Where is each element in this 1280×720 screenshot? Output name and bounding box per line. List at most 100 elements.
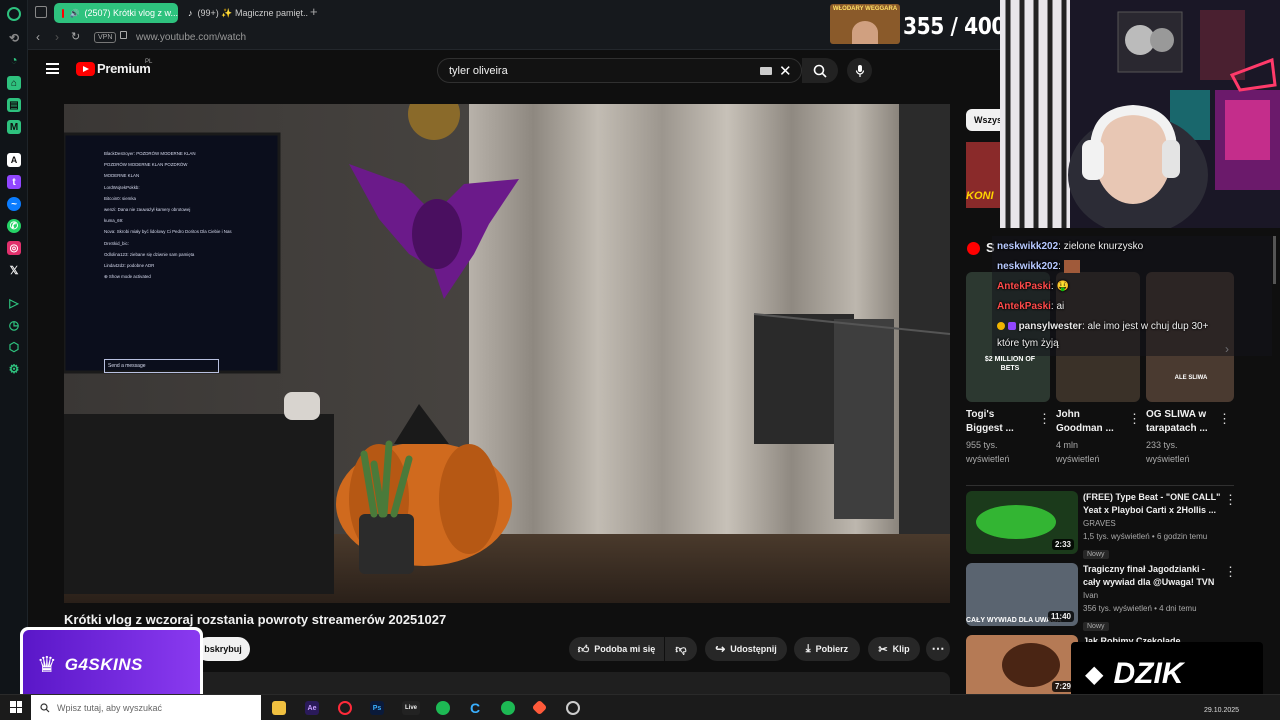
file-explorer-icon[interactable] (272, 701, 286, 715)
aria-ai-icon[interactable]: A (7, 153, 21, 167)
video-info[interactable]: Tragiczny finał Jagodzianki - cały wywia… (1083, 563, 1223, 633)
extensions-icon[interactable]: ⬡ (7, 340, 21, 354)
short-menu-icon[interactable]: ⋮ (1128, 411, 1141, 427)
video-menu-icon[interactable]: ⋮ (1224, 492, 1237, 508)
filter-chip-all[interactable]: Wszys (966, 109, 1002, 131)
menu-icon[interactable] (46, 63, 59, 74)
refresh-app-icon[interactable]: C (468, 700, 482, 716)
tv-chat-line: Odlolina123: ziebane się dziwnie sam pam… (104, 251, 195, 257)
counter-badge-text: WŁODARY WEGGARA (832, 6, 898, 12)
video-thumbnail[interactable]: 2:33 (966, 491, 1078, 554)
webcam-overlay (1000, 0, 1280, 228)
notes-icon[interactable]: ▤ (7, 98, 21, 112)
short-info[interactable]: Togi's Biggest ... 955 tys. wyświetleń (966, 408, 1040, 466)
refresh-icon[interactable]: ⟲ (7, 31, 21, 45)
mail-icon[interactable]: M (7, 120, 21, 134)
video-thumbnail[interactable]: 7:29 (966, 635, 1078, 694)
lock-icon[interactable] (120, 31, 127, 39)
instagram-icon[interactable]: ◎ (7, 241, 21, 255)
taskbar-search-input[interactable]: Wpisz tutaj, aby wyszukać (31, 695, 261, 720)
settings-icon[interactable]: ⚙ (7, 362, 21, 376)
dislike-button[interactable]: 👎︎ (665, 637, 697, 661)
chat-messages: neskwikk202: zielone knurzysko neskwikk2… (997, 237, 1208, 351)
messenger-icon[interactable]: ~ (7, 197, 21, 211)
app-icon[interactable] (531, 699, 548, 716)
opera-taskbar-icon[interactable] (338, 701, 352, 715)
youtube-header: Premium PL tyler oliveira ✕ (28, 50, 1000, 90)
video-player[interactable]: BlackDestroyer: POZDRÓW MODERNE KLAN POZ… (64, 104, 950, 603)
sponsor-g4skins-inner: ♛ G4SKINS (23, 630, 200, 700)
video-info[interactable]: (FREE) Type Beat - "ONE CALL" | Yeat x P… (1083, 491, 1223, 561)
reload-icon[interactable]: ↻ (71, 30, 80, 43)
video-thumbnail[interactable]: CAŁY WYWIAD DLA UWAGA 11:40 (966, 563, 1078, 626)
duration-badge: 11:40 (1047, 611, 1074, 622)
spotify-icon[interactable] (436, 701, 450, 715)
back-icon[interactable]: ‹ (36, 30, 40, 44)
tv-chat-line: DreSkid_bic: (104, 240, 129, 246)
short-menu-icon[interactable]: ⋮ (1038, 411, 1051, 427)
new-tab-icon[interactable]: + (310, 4, 318, 19)
speaker-icon: 🔊 (69, 8, 80, 18)
chat-message: pansylwester: ale imo jest w chuj dup 30… (997, 317, 1208, 337)
obs-icon[interactable] (566, 701, 580, 715)
tab-active[interactable]: 🔊 (2507) Krótki vlog z w... (54, 3, 178, 23)
search-value: tyler oliveira (449, 64, 508, 77)
tab-overview-icon[interactable] (35, 6, 47, 18)
like-button[interactable]: 👍︎ Podoba mi się (569, 637, 664, 661)
player-icon[interactable]: ▷ (7, 296, 21, 310)
vpn-badge[interactable]: VPN (94, 32, 117, 43)
x-twitter-icon[interactable]: 𝕏 (7, 263, 21, 277)
short-menu-icon[interactable]: ⋮ (1218, 411, 1231, 427)
clear-search-icon[interactable]: ✕ (779, 62, 792, 80)
youtube-logo-icon[interactable] (76, 62, 95, 76)
video-menu-icon[interactable]: ⋮ (1224, 564, 1237, 580)
sponsor-g4skins: ♛ G4SKINS (20, 627, 203, 703)
windows-start-icon[interactable] (10, 701, 22, 713)
search-button[interactable] (802, 58, 838, 83)
twitch-icon[interactable]: t (7, 175, 21, 189)
youtube-logo-text[interactable]: Premium (97, 61, 151, 76)
video-meta: 1,5 tys. wyświetleń • 6 godzin temu (1083, 532, 1208, 541)
ad-thumbnail-text: KONI (966, 190, 994, 202)
tab-inactive[interactable]: ♪ (99+) ✨ Magiczne pamięt... (180, 3, 308, 23)
subscribe-label: bskrybuj (204, 644, 242, 654)
tv-chat-line: BlackDestroyer: POZDRÓW MODERNE KLAN (104, 151, 196, 156)
after-effects-icon[interactable]: Ae (305, 701, 319, 715)
speed-dial-icon[interactable]: ◔ (7, 53, 21, 67)
badge-icon (997, 322, 1005, 331)
whatsapp-icon[interactable]: ✆ (7, 219, 21, 233)
short-thumb-text: ALE SLIWA (1174, 375, 1208, 381)
chat-scrollbar[interactable] (1273, 236, 1276, 284)
download-button[interactable]: ⤓ Pobierz (794, 637, 860, 661)
history-icon[interactable]: ◷ (7, 318, 21, 332)
chat-user: pansylwester (1018, 321, 1082, 332)
chat-message: neskwikk202: (997, 257, 1208, 277)
forward-icon[interactable]: › (55, 30, 59, 44)
opera-logo-icon[interactable] (7, 7, 21, 21)
short-views: 4 mln (1056, 440, 1079, 450)
short-info[interactable]: John Goodman ... 4 mln wyświetleń (1056, 408, 1130, 466)
search-input[interactable]: tyler oliveira ✕ (437, 58, 802, 83)
ad-thumbnail[interactable]: KONI (966, 142, 1000, 208)
short-views-label: wyświetleń (1056, 454, 1100, 464)
taskbar-date[interactable]: 29.10.2025 (1204, 707, 1239, 714)
download-icon: ⤓ (805, 642, 811, 655)
clip-button[interactable]: ✂ Klip (868, 637, 920, 661)
keyboard-icon[interactable] (760, 67, 772, 75)
tab-title: (2507) Krótki vlog z w... (84, 8, 178, 18)
short-views: 955 tys. (966, 440, 998, 450)
url-input[interactable]: www.youtube.com/watch (136, 32, 246, 43)
photoshop-icon[interactable]: Ps (370, 701, 384, 715)
more-actions-button[interactable]: ⋯ (926, 637, 950, 661)
subscribe-button[interactable]: bskrybuj (196, 637, 250, 661)
tab-title: (99+) ✨ Magiczne pamięt... (197, 7, 309, 18)
share-button[interactable]: ↪ Udostępnij (705, 637, 787, 661)
aria-icon[interactable]: ⌂ (7, 76, 21, 90)
share-icon: ↪ (715, 642, 726, 656)
spotify-icon-2[interactable] (501, 701, 515, 715)
ableton-live-icon[interactable]: Live (402, 701, 420, 715)
shorts-icon (967, 242, 980, 255)
short-info[interactable]: OG SLIWA w tarapatach ... 233 tys. wyświ… (1146, 408, 1220, 466)
counter-badge-image: WŁODARY WEGGARA (830, 4, 900, 44)
voice-search-button[interactable] (847, 58, 872, 83)
